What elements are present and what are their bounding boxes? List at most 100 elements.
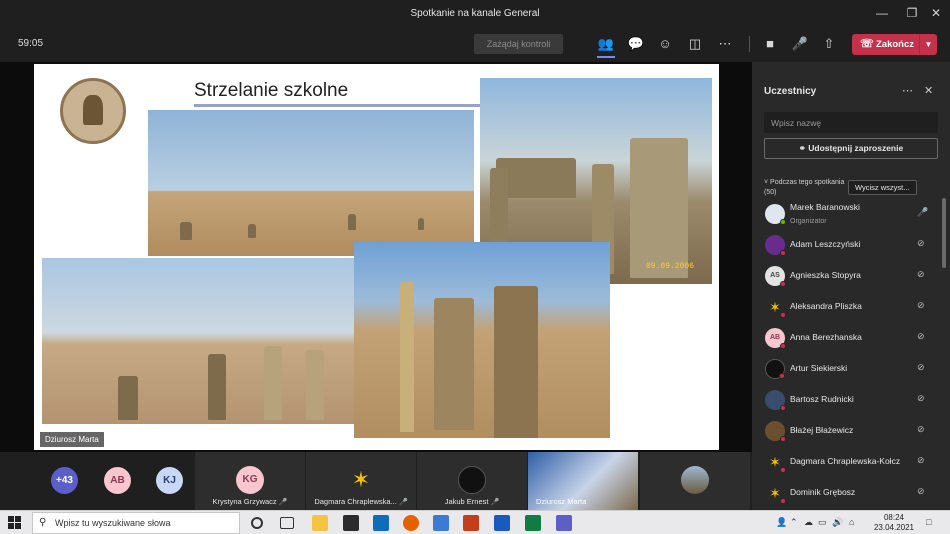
close-panel-icon[interactable]: ✕ [924, 84, 933, 97]
tray-chevron-icon[interactable]: ⌃ [790, 517, 798, 528]
participant-name: Błażej Błażewicz [790, 425, 854, 435]
participant-name: Adam Leszczyński [790, 239, 861, 249]
taskbar-clock[interactable]: 08:24 23.04.2021 [866, 513, 922, 533]
photo-target-practice [354, 242, 610, 438]
cortana-icon[interactable] [251, 517, 263, 529]
mic-muted-icon: ⊘ [917, 300, 925, 310]
chevron-down-icon: ˅ [764, 179, 769, 186]
share-screen-icon[interactable]: ⇧ [818, 34, 840, 54]
reactions-icon[interactable]: ☺ [654, 34, 676, 54]
section-header[interactable]: ˅ Podczas tego spotkania (50) [764, 178, 844, 198]
mail-icon[interactable] [373, 515, 389, 531]
participant-row[interactable]: AS Agnieszka Stopyra ⊘ [752, 260, 938, 291]
word-icon[interactable] [494, 515, 510, 531]
teams-icon[interactable] [556, 515, 572, 531]
participant-row[interactable]: AB Anna Berezhanska ⊘ [752, 322, 938, 353]
participant-row[interactable]: Marek Baranowski Organizator 🎤 [752, 198, 938, 229]
meeting-timer: 59:05 [18, 38, 44, 49]
title-bar: Spotkanie na kanale General — ❐ ✕ [0, 0, 950, 26]
mic-muted-icon: ⊘ [917, 238, 925, 248]
panel-more-icon[interactable]: ⋯ [902, 84, 913, 97]
participant-avatar: AS [765, 266, 786, 287]
participant-avatar[interactable]: KJ [156, 467, 183, 494]
participant-strip: +43 AB KJ KG Krystyna Grzywacz 🎤 ✶ Dagma… [0, 452, 752, 510]
close-window-icon[interactable]: ✕ [920, 0, 950, 26]
chat-icon[interactable]: 💬 [625, 34, 647, 54]
star-avatar-icon: ✶ [765, 483, 786, 504]
end-call-button[interactable]: ☏ Zakończ ▼ [852, 34, 937, 55]
participant-row[interactable]: ✶ Dominik Grębosz ⊘ [752, 477, 938, 508]
participant-row[interactable]: Artur Siekierski ⊘ [752, 353, 938, 384]
share-icon: ⚭ [798, 143, 806, 153]
participant-avatar[interactable]: AB [104, 467, 131, 494]
firefox-icon[interactable] [403, 515, 419, 531]
mic-muted-icon: ⊘ [917, 424, 925, 434]
microphone-icon: 🎤 [917, 207, 929, 217]
minimize-icon[interactable]: — [866, 0, 898, 26]
shared-content-stage: Strzelanie szkolne 09.09.2006 Dziurosz M… [0, 62, 752, 452]
network-icon[interactable]: ▭ [818, 517, 827, 528]
video-tile-name: Dagmara Chraplewska... 🎤 [306, 497, 416, 506]
chevron-down-icon[interactable]: ▼ [919, 34, 937, 55]
mic-muted-icon: ⊘ [917, 486, 925, 496]
calculator-icon[interactable] [433, 515, 449, 531]
task-view-icon[interactable] [280, 517, 294, 529]
panel-scrollbar[interactable] [942, 198, 946, 268]
search-icon: ⚲ [39, 517, 47, 528]
microphone-icon[interactable]: 🎤 [789, 34, 811, 54]
volume-icon[interactable]: 🔊 [832, 517, 843, 528]
participant-avatar: KG [236, 466, 264, 494]
participants-icon[interactable]: 👥 [595, 34, 617, 58]
tile-name-text: Krystyna Grzywacz [212, 497, 277, 506]
notifications-icon[interactable]: □ [926, 517, 931, 527]
participant-row[interactable]: Adam Leszczyński ⊘ [752, 229, 938, 260]
participant-avatar [765, 390, 786, 411]
file-explorer-icon[interactable] [312, 515, 328, 531]
request-control-button[interactable]: Zażądaj kontroli [474, 34, 563, 54]
avatar-initials: AB [769, 334, 781, 341]
onedrive-icon[interactable]: ☁ [804, 517, 813, 528]
mic-muted-icon: 🎤 [490, 499, 500, 506]
share-invite-label: Udostępnij zaproszenie [808, 143, 904, 153]
more-participants-badge[interactable]: +43 [51, 467, 78, 494]
tile-name-text: Dagmara Chraplewska... [314, 497, 397, 506]
mic-muted-icon: ⊘ [917, 455, 925, 465]
more-icon[interactable]: ⋯ [714, 34, 736, 54]
presentation-slide: Strzelanie szkolne 09.09.2006 Dziurosz M… [34, 64, 719, 450]
excel-icon[interactable] [525, 515, 541, 531]
share-invite-button[interactable]: ⚭ Udostępnij zaproszenie [764, 138, 938, 159]
participant-name: Marek Baranowski [790, 202, 860, 212]
participant-list: Marek Baranowski Organizator 🎤 Adam Lesz… [752, 198, 938, 508]
windows-start-icon[interactable] [8, 516, 22, 530]
participant-name: Anna Berezhanska [790, 332, 862, 342]
participant-row[interactable]: Bartosz Rudnicki ⊘ [752, 384, 938, 415]
store-icon[interactable] [343, 515, 359, 531]
participant-name: Agnieszka Stopyra [790, 270, 861, 280]
language-indicator[interactable]: ⌂ [849, 517, 854, 527]
participant-name: Artur Siekierski [790, 363, 848, 373]
windows-taskbar: ⚲ Wpisz tu wyszukiwane słowa 👤 ⌃ ☁ ▭ 🔊 ⌂… [0, 510, 950, 534]
video-tile[interactable] [640, 452, 750, 510]
participants-panel: Uczestnicy ⋯ ✕ Wpisz nazwę ⚭ Udostępnij … [752, 62, 950, 510]
video-tile[interactable]: KG Krystyna Grzywacz 🎤 [195, 452, 305, 510]
video-tile-camera[interactable]: Dziurosz Marta [528, 452, 638, 510]
participant-avatar [458, 466, 486, 494]
participant-row[interactable]: ✶ Aleksandra Pliszka ⊘ [752, 291, 938, 322]
participant-name: Bartosz Rudnicki [790, 394, 854, 404]
participant-row[interactable]: Błażej Błażewicz ⊘ [752, 415, 938, 446]
people-icon[interactable]: 👤 [776, 517, 787, 528]
taskbar-search-input[interactable]: ⚲ Wpisz tu wyszukiwane słowa [32, 512, 240, 534]
video-tile[interactable]: Jakub Ernest 🎤 [417, 452, 527, 510]
clock-time: 08:24 [883, 513, 905, 522]
video-tile[interactable]: ✶ Dagmara Chraplewska... 🎤 [306, 452, 416, 510]
powerpoint-icon[interactable] [463, 515, 479, 531]
camera-off-icon[interactable]: ■ [759, 34, 781, 54]
panel-title: Uczestnicy [764, 86, 817, 97]
mute-all-button[interactable]: Wycisz wszyst... [848, 180, 917, 195]
participant-row[interactable]: ✶ Dagmara Chraplewska-Kołcz ⊘ [752, 446, 938, 477]
taskbar-search-placeholder: Wpisz tu wyszukiwane słowa [55, 518, 171, 528]
photo-date-stamp: 09.09.2006 [646, 262, 695, 271]
participant-search-input[interactable]: Wpisz nazwę [764, 112, 938, 133]
participant-name: Dagmara Chraplewska-Kołcz [790, 456, 901, 466]
share-tray-icon[interactable]: ◫ [684, 34, 706, 54]
